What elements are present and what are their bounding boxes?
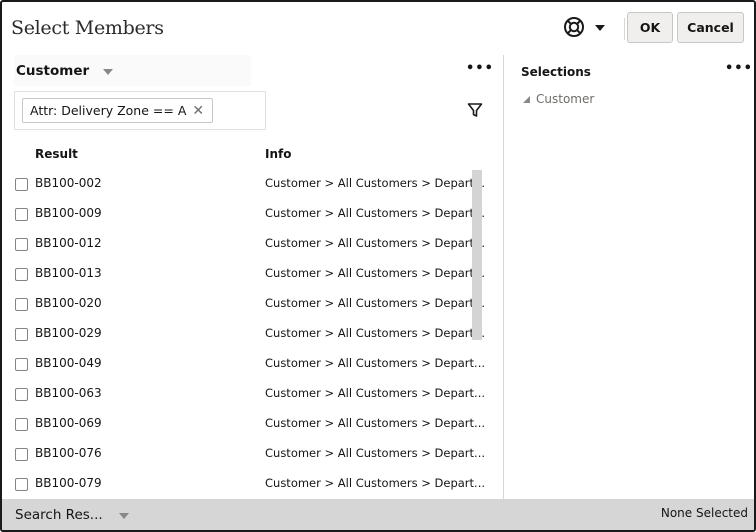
table-row[interactable]: BB100-076 Customer > All Customers > Dep… xyxy=(2,439,502,469)
row-info: Customer > All Customers > Depart... xyxy=(265,356,485,370)
table-row[interactable]: BB100-002 Customer > All Customers > Dep… xyxy=(2,169,502,199)
tree-expand-icon[interactable] xyxy=(523,95,530,103)
dialog-title: Select Members xyxy=(11,17,164,39)
row-result: BB100-009 xyxy=(35,206,102,220)
row-checkbox[interactable] xyxy=(15,358,28,371)
row-checkbox[interactable] xyxy=(15,298,28,311)
row-info: Customer > All Customers > Depart... xyxy=(265,326,485,340)
row-info: Customer > All Customers > Depart... xyxy=(265,236,485,250)
ok-button[interactable]: OK xyxy=(627,12,673,43)
table-row[interactable]: BB100-013 Customer > All Customers > Dep… xyxy=(2,259,502,289)
search-mode-label: Search Res... xyxy=(15,507,103,523)
results-list: BB100-002 Customer > All Customers > Dep… xyxy=(2,169,502,499)
row-result: BB100-079 xyxy=(35,476,102,490)
row-checkbox[interactable] xyxy=(15,328,28,341)
table-row[interactable]: BB100-020 Customer > All Customers > Dep… xyxy=(2,289,502,319)
row-result: BB100-020 xyxy=(35,296,102,310)
selections-tree-node[interactable]: Customer xyxy=(523,92,594,106)
filter-chip-label: Attr: Delivery Zone == A xyxy=(30,103,187,118)
table-row[interactable]: BB100-069 Customer > All Customers > Dep… xyxy=(2,409,502,439)
row-result: BB100-002 xyxy=(35,176,102,190)
dialog-footer: Search Res... None Selected xyxy=(2,499,754,530)
row-result: BB100-076 xyxy=(35,446,102,460)
lifebuoy-icon[interactable] xyxy=(563,16,585,38)
row-info: Customer > All Customers > Depart... xyxy=(265,296,485,310)
right-more-options-icon[interactable]: ••• xyxy=(725,62,753,75)
row-info: Customer > All Customers > Depart... xyxy=(265,446,485,460)
close-icon[interactable]: ✕ xyxy=(192,103,204,119)
row-result: BB100-013 xyxy=(35,266,102,280)
dimension-selector[interactable]: Customer xyxy=(14,55,251,86)
table-row[interactable]: BB100-063 Customer > All Customers > Dep… xyxy=(2,379,502,409)
row-result: BB100-069 xyxy=(35,416,102,430)
selections-title: Selections xyxy=(521,65,591,79)
header-divider xyxy=(624,18,625,40)
row-checkbox[interactable] xyxy=(15,418,28,431)
chevron-down-icon xyxy=(118,513,129,519)
row-info: Customer > All Customers > Depart... xyxy=(265,416,485,430)
filter-chip: Attr: Delivery Zone == A ✕ xyxy=(22,98,214,123)
table-row[interactable]: BB100-079 Customer > All Customers > Dep… xyxy=(2,469,502,499)
row-info: Customer > All Customers > Depart... xyxy=(265,176,485,190)
search-mode-dropdown[interactable]: Search Res... xyxy=(15,507,129,523)
row-checkbox[interactable] xyxy=(15,448,28,461)
row-checkbox[interactable] xyxy=(15,478,28,491)
row-result: BB100-012 xyxy=(35,236,102,250)
row-result: BB100-063 xyxy=(35,386,102,400)
filter-input[interactable]: Attr: Delivery Zone == A ✕ xyxy=(14,91,266,130)
row-result: BB100-029 xyxy=(35,326,102,340)
chevron-down-icon xyxy=(103,68,114,75)
column-header-info[interactable]: Info xyxy=(265,147,291,161)
filter-icon[interactable] xyxy=(467,102,483,118)
table-row[interactable]: BB100-049 Customer > All Customers > Dep… xyxy=(2,349,502,379)
left-more-options-icon[interactable]: ••• xyxy=(466,62,494,75)
panel-divider xyxy=(503,55,504,499)
select-members-dialog: Select Members OK Cancel Customer ••• At… xyxy=(0,0,756,532)
table-row[interactable]: BB100-029 Customer > All Customers > Dep… xyxy=(2,319,502,349)
row-checkbox[interactable] xyxy=(15,208,28,221)
row-checkbox[interactable] xyxy=(15,388,28,401)
row-checkbox[interactable] xyxy=(15,178,28,191)
column-header-result[interactable]: Result xyxy=(35,147,78,161)
row-info: Customer > All Customers > Depart... xyxy=(265,206,485,220)
tree-node-label: Customer xyxy=(536,92,595,106)
cancel-button[interactable]: Cancel xyxy=(677,12,744,43)
row-info: Customer > All Customers > Depart... xyxy=(265,386,485,400)
results-scrollbar[interactable] xyxy=(472,170,482,340)
row-info: Customer > All Customers > Depart... xyxy=(265,476,485,490)
table-row[interactable]: BB100-009 Customer > All Customers > Dep… xyxy=(2,199,502,229)
row-result: BB100-049 xyxy=(35,356,102,370)
row-checkbox[interactable] xyxy=(15,268,28,281)
dimension-label: Customer xyxy=(16,62,90,79)
row-checkbox[interactable] xyxy=(15,238,28,251)
row-info: Customer > All Customers > Depart... xyxy=(265,266,485,280)
table-row[interactable]: BB100-012 Customer > All Customers > Dep… xyxy=(2,229,502,259)
selection-status: None Selected xyxy=(660,506,748,520)
help-menu-caret-icon[interactable] xyxy=(595,25,605,31)
